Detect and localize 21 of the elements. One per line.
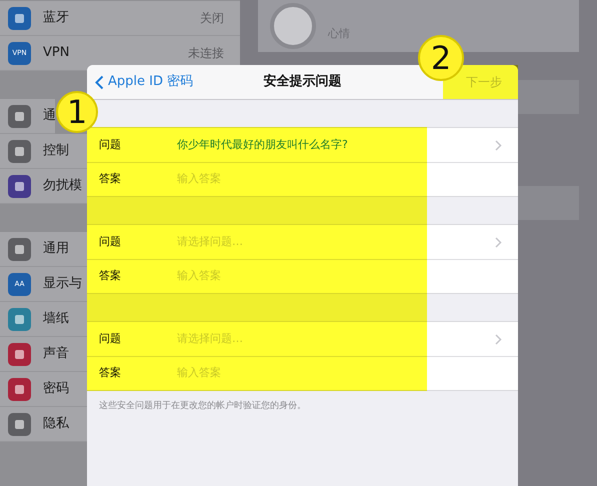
row-label: 答案 bbox=[99, 171, 122, 188]
row-label: 问题 bbox=[99, 136, 122, 153]
footer-note: 这些安全问题用于在更改您的帐户时验证您的身份。 bbox=[98, 400, 307, 413]
row-label: 问题 bbox=[99, 330, 122, 347]
settings-item[interactable]: 蓝牙 关闭 bbox=[0, 1, 240, 36]
settings-item[interactable]: 通用 bbox=[0, 232, 87, 267]
back-button[interactable]: Apple ID 密码 bbox=[87, 72, 194, 92]
settings-item[interactable]: 通 bbox=[0, 99, 55, 134]
sheet-title: 安全提示问题 bbox=[264, 72, 342, 92]
settings-item[interactable]: 隐私 bbox=[0, 407, 87, 442]
settings-item[interactable]: 声音 bbox=[0, 337, 87, 372]
back-chevron-icon bbox=[95, 74, 104, 90]
row-label: 答案 bbox=[99, 365, 122, 382]
row-label: 答案 bbox=[99, 268, 122, 284]
settings-item[interactable]: 墙纸 bbox=[0, 302, 87, 337]
settings-item[interactable]: 控制 bbox=[0, 134, 87, 169]
settings-item[interactable]: 密码 bbox=[0, 372, 87, 407]
settings-item[interactable]: 勿扰模 bbox=[0, 169, 87, 204]
row-label: 问题 bbox=[99, 234, 122, 250]
avatar-silhouette bbox=[270, 3, 316, 49]
question-value[interactable]: 你少年时代最好的朋友叫什么名字? bbox=[177, 136, 348, 154]
